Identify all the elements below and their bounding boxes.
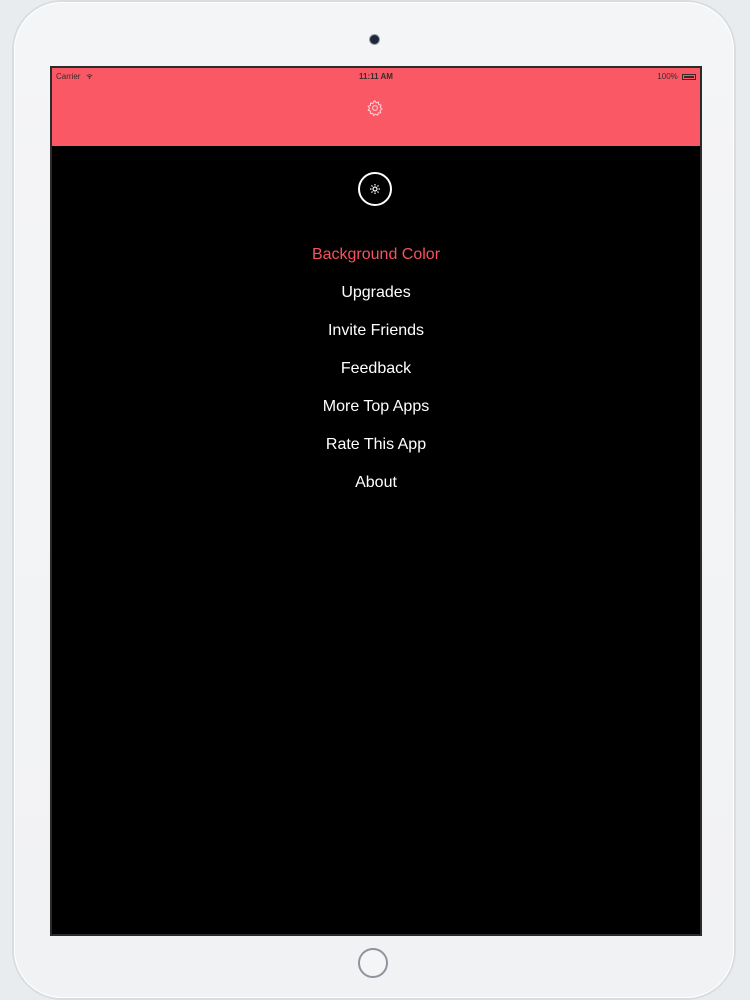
- gear-circle-icon: [370, 184, 380, 194]
- menu-item-upgrades[interactable]: Upgrades: [52, 278, 700, 316]
- gear-icon[interactable]: [366, 99, 384, 117]
- menu-item-more-top-apps[interactable]: More Top Apps: [52, 392, 700, 430]
- status-time: 11:11 AM: [359, 72, 393, 81]
- screen: Carrier 11:11 AM 100% Background Color U…: [50, 66, 702, 936]
- front-camera: [370, 35, 379, 44]
- home-button[interactable]: [358, 948, 388, 978]
- status-battery: 100%: [657, 72, 696, 81]
- ipad-frame: Carrier 11:11 AM 100% Background Color U…: [14, 2, 734, 998]
- menu-item-feedback[interactable]: Feedback: [52, 354, 700, 392]
- menu-item-invite-friends[interactable]: Invite Friends: [52, 316, 700, 354]
- settings-gear-button[interactable]: [358, 172, 392, 206]
- settings-menu: Background Color Upgrades Invite Friends…: [52, 240, 700, 506]
- menu-item-about[interactable]: About: [52, 468, 700, 506]
- status-bar: Carrier 11:11 AM 100%: [52, 68, 700, 84]
- battery-percent: 100%: [657, 72, 678, 81]
- menu-item-background-color[interactable]: Background Color: [52, 240, 700, 278]
- menu-item-rate-this-app[interactable]: Rate This App: [52, 430, 700, 468]
- battery-icon: [682, 73, 696, 80]
- header-bar: Carrier 11:11 AM 100%: [52, 68, 700, 146]
